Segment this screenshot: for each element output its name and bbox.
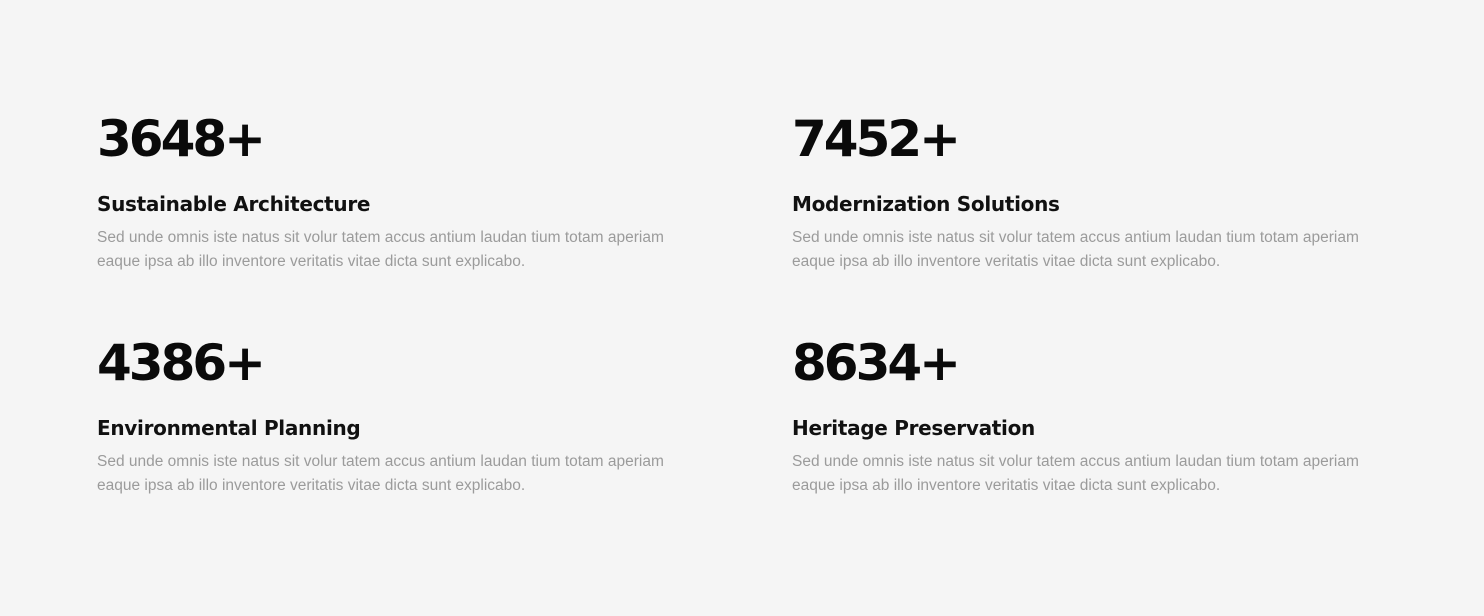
stat-item-heritage-preservation: 8634+ Heritage Preservation Sed unde omn… — [792, 332, 1392, 498]
stat-title: Modernization Solutions — [792, 192, 1060, 216]
stat-item-environmental-planning: 4386+ Environmental Planning Sed unde om… — [97, 332, 697, 498]
stat-description: Sed unde omnis iste natus sit volur tate… — [97, 229, 664, 270]
stat-item-sustainable-architecture: 3648+ Sustainable Architecture Sed unde … — [97, 108, 697, 274]
stat-number: 7452+ — [792, 110, 961, 168]
stat-description: Sed unde omnis iste natus sit volur tate… — [792, 453, 1359, 494]
stat-item-modernization-solutions: 7452+ Modernization Solutions Sed unde o… — [792, 108, 1392, 274]
stats-section: 3648+ Sustainable Architecture Sed unde … — [0, 0, 1484, 616]
stat-title: Sustainable Architecture — [97, 192, 371, 216]
stat-description: Sed unde omnis iste natus sit volur tate… — [97, 453, 664, 494]
stat-number: 8634+ — [792, 334, 961, 392]
stat-description: Sed unde omnis iste natus sit volur tate… — [792, 229, 1359, 270]
stat-number: 4386+ — [97, 334, 266, 392]
stat-title: Heritage Preservation — [792, 416, 1035, 440]
stat-title: Environmental Planning — [97, 416, 361, 440]
stat-number: 3648+ — [97, 110, 266, 168]
